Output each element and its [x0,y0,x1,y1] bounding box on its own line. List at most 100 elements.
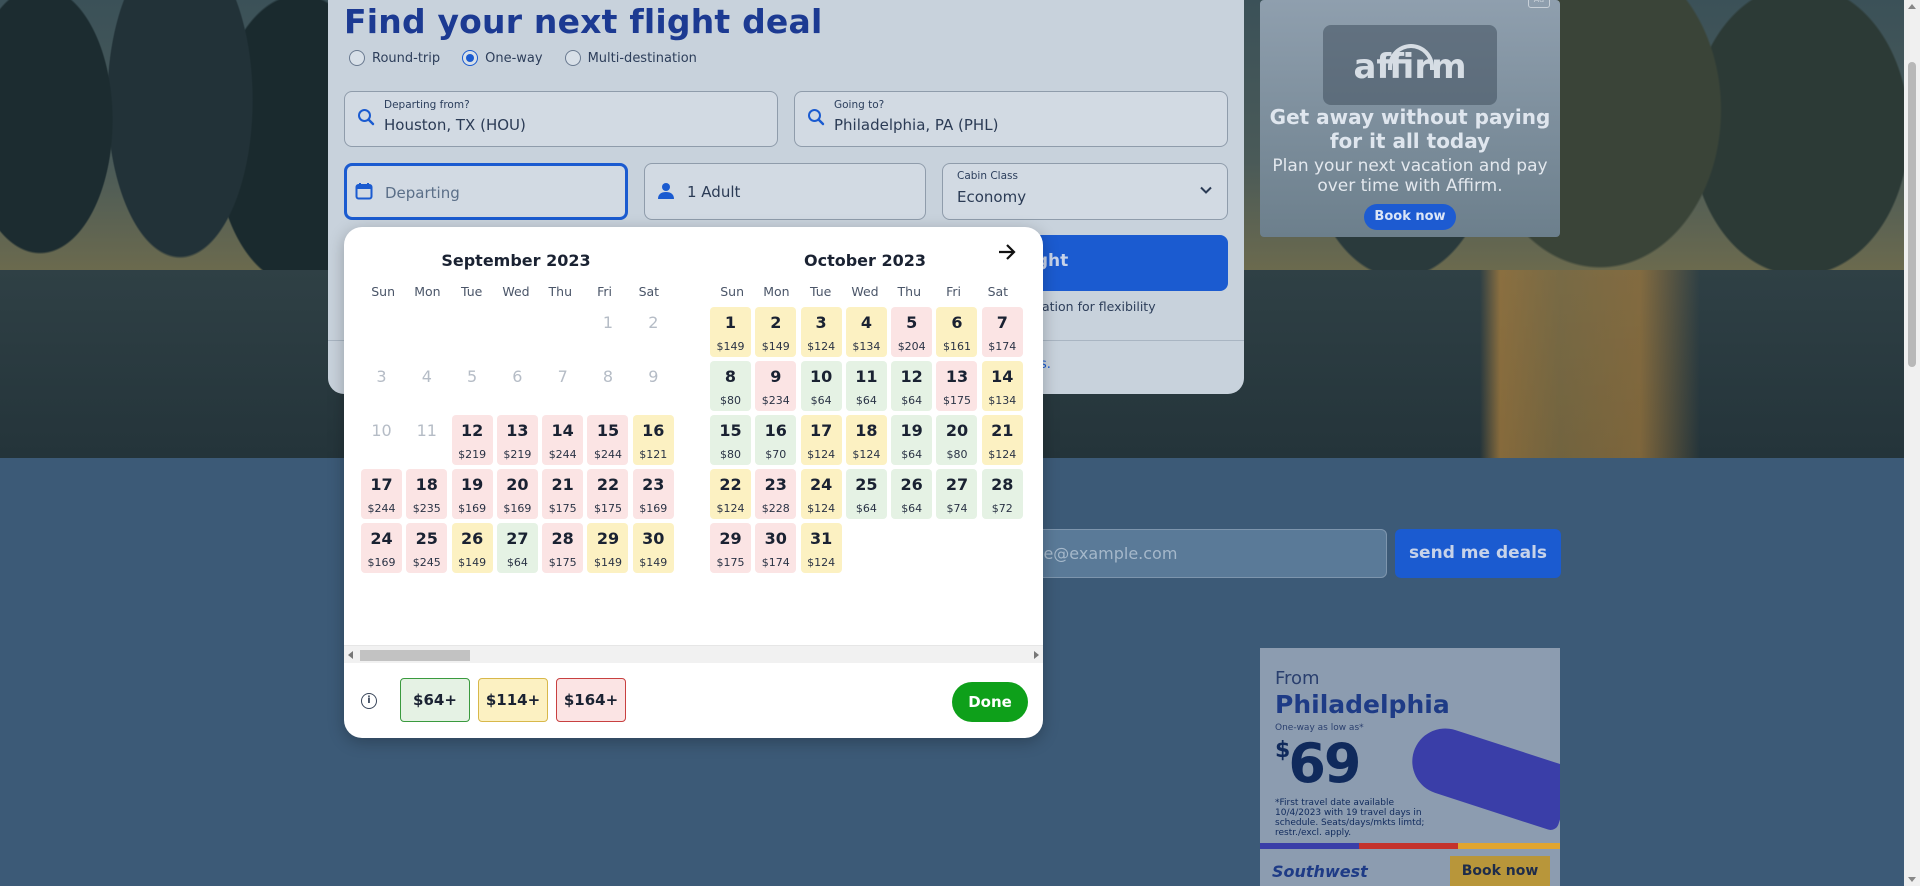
day-cell[interactable]: 31 $124 [800,523,842,573]
southwest-city: Philadelphia [1275,690,1450,719]
day-cell[interactable]: 18 $235 [406,469,448,519]
day-cell[interactable]: 23 $228 [755,469,797,519]
day-cell[interactable]: 20 $169 [496,469,538,519]
day-cell[interactable]: 27 $64 [496,523,538,573]
day-price: $245 [412,556,441,569]
day-price: $64 [855,394,877,407]
day-cell[interactable]: 2 $149 [755,307,797,357]
day-cell[interactable]: 14 $244 [542,415,584,465]
day-number: 12 [460,421,484,440]
scrollbar-thumb[interactable] [360,650,470,661]
day-cell[interactable]: 9 $234 [755,361,797,411]
passengers-field[interactable]: 1 Adult [644,163,926,220]
day-cell[interactable]: 28 $175 [542,523,584,573]
weekday-label: Tue [461,284,483,299]
day-cell[interactable]: 21 $124 [981,415,1023,465]
affirm-book-now-button[interactable]: Book now [1364,204,1456,230]
trip-type-round-trip[interactable]: Round-trip [349,50,440,66]
trip-type-multi-destination[interactable]: Multi-destination [564,50,697,66]
southwest-ad[interactable]: From Philadelphia One-way as low as* $69… [1260,648,1560,886]
weekday-label: Sun [371,284,396,299]
email-input[interactable]: le@example.com [1030,529,1387,578]
departing-from-label: Departing from? [384,99,470,111]
day-price: $124 [852,448,881,461]
trip-type-one-way[interactable]: One-way [462,50,543,66]
day-cell[interactable]: 29 $149 [587,523,629,573]
day-cell[interactable]: 23 $169 [632,469,674,519]
weekday-label: Mon [763,284,790,299]
day-cell[interactable]: 12 $219 [451,415,493,465]
day-cell[interactable]: 8 $80 [710,361,751,411]
day-price: $74 [946,502,968,515]
day-cell[interactable]: 3 $124 [800,307,842,357]
day-cell[interactable]: 20 $80 [936,415,978,465]
day-cell[interactable]: 6 $161 [936,307,978,357]
done-button[interactable]: Done [952,682,1028,722]
page-scrollbar[interactable] [1904,0,1920,886]
scroll-left-arrow[interactable] [348,651,353,659]
disabled-day-cell: 10 [361,415,402,465]
day-cell[interactable]: 16 $70 [755,415,797,465]
empty-day-cell [542,307,583,357]
departing-from-field[interactable]: Departing from? Houston, TX (HOU) [344,91,778,147]
day-cell[interactable]: 15 $80 [710,415,751,465]
day-cell[interactable]: 24 $124 [800,469,842,519]
day-price: $169 [458,502,487,515]
day-cell[interactable]: 10 $64 [800,361,842,411]
day-cell[interactable]: 19 $64 [891,415,933,465]
day-cell[interactable]: 25 $64 [845,469,887,519]
day-cell[interactable]: 11 $64 [845,361,887,411]
day-cell[interactable]: 17 $244 [361,469,402,519]
day-cell[interactable]: 4 $134 [845,307,887,357]
day-cell[interactable]: 30 $149 [632,523,674,573]
southwest-from: From [1275,668,1320,689]
day-price: $235 [412,502,441,515]
day-cell[interactable]: 19 $169 [451,469,493,519]
cabin-class-select[interactable]: Cabin Class Economy [942,163,1228,220]
day-number: 31 [809,529,833,548]
day-cell[interactable]: 22 $124 [710,469,751,519]
info-icon[interactable]: i [361,693,377,709]
day-cell[interactable]: 22 $175 [587,469,629,519]
day-price: $228 [761,502,790,515]
day-cell[interactable]: 14 $134 [981,361,1023,411]
day-cell[interactable]: 16 $121 [632,415,674,465]
day-number: 13 [506,421,529,440]
going-to-field[interactable]: Going to? Philadelphia, PA (PHL) [794,91,1228,147]
day-cell[interactable]: 13 $219 [496,415,538,465]
southwest-fine-print: *First travel date available 10/4/2023 w… [1275,798,1425,838]
day-cell[interactable]: 30 $174 [755,523,797,573]
day-cell[interactable]: 24 $169 [361,523,402,573]
day-number: 21 [991,421,1014,440]
send-me-deals-button[interactable]: send me deals [1395,529,1561,578]
day-cell[interactable]: 29 $175 [710,523,751,573]
day-cell[interactable]: 1 $149 [710,307,751,357]
day-cell[interactable]: 25 $245 [406,523,448,573]
day-cell[interactable]: 15 $244 [587,415,629,465]
day-number: 17 [809,421,833,440]
scroll-right-arrow[interactable] [1034,651,1039,659]
affirm-subtext: Plan your next vacation and pay over tim… [1272,156,1548,196]
day-price: $219 [503,448,532,461]
day-cell[interactable]: 18 $124 [845,415,887,465]
scrollbar-thumb[interactable] [1908,62,1916,367]
southwest-book-now-button[interactable]: Book now [1450,856,1550,886]
day-cell[interactable]: 21 $175 [542,469,584,519]
departing-date-field[interactable]: Departing [344,163,628,220]
day-price: $175 [548,502,577,515]
day-cell[interactable]: 7 $174 [981,307,1023,357]
day-cell[interactable]: 27 $74 [936,469,978,519]
day-cell[interactable]: 5 $204 [891,307,933,357]
southwest-price: $69 [1275,732,1361,795]
day-cell[interactable]: 17 $124 [800,415,842,465]
day-cell[interactable]: 28 $72 [981,469,1023,519]
day-cell[interactable]: 12 $64 [891,361,933,411]
day-cell[interactable]: 26 $149 [451,523,493,573]
scroll-down-arrow[interactable] [1908,877,1916,882]
affirm-ad[interactable]: Ad affirm Get away without paying for it… [1260,0,1560,237]
day-cell[interactable]: 13 $175 [936,361,978,411]
calendar-horizontal-scrollbar[interactable] [344,645,1043,663]
day-cell[interactable]: 26 $64 [891,469,933,519]
disabled-day-cell: 6 [497,361,538,411]
scroll-up-arrow[interactable] [1908,4,1916,9]
